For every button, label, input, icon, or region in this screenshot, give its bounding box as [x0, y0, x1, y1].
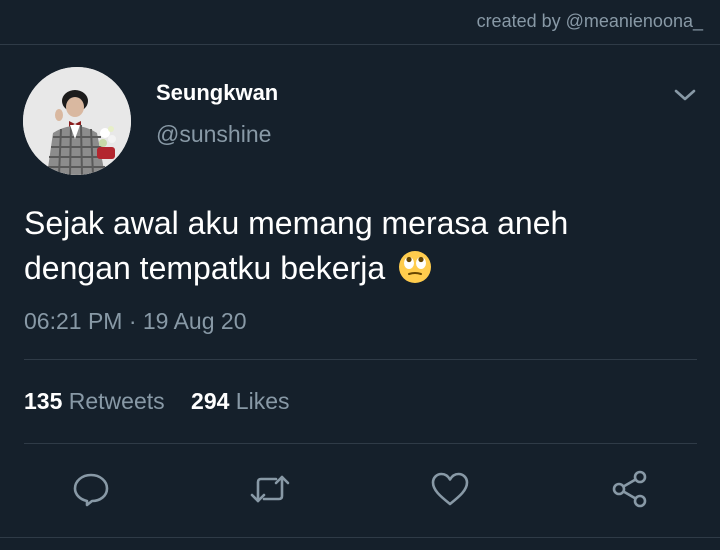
retweet-icon[interactable] — [249, 468, 291, 510]
tweet-text: Sejak awal aku memang merasa aneh dengan… — [24, 201, 704, 291]
chevron-down-icon[interactable] — [672, 85, 698, 105]
likes-stat[interactable]: 294 Likes — [191, 388, 289, 415]
credit-text: created by @meanienoona_ — [476, 11, 703, 31]
like-icon[interactable] — [429, 468, 471, 510]
retweets-count: 135 — [24, 388, 63, 414]
user-name[interactable]: Seungkwan — [156, 80, 278, 106]
divider — [24, 443, 697, 444]
tweet-timestamp[interactable]: 06:21 PM · 19 Aug 20 — [24, 308, 247, 335]
divider — [0, 537, 720, 538]
avatar[interactable] — [23, 67, 131, 175]
retweets-label: Retweets — [68, 388, 165, 414]
tweet-text-line-2: dengan tempatku bekerja — [24, 250, 386, 286]
divider — [24, 359, 697, 360]
retweets-stat[interactable]: 135 Retweets — [24, 388, 165, 415]
likes-count: 294 — [191, 388, 230, 414]
tweet-stats: 135 Retweets 294 Likes — [24, 388, 290, 415]
rolling-eyes-emoji-icon — [398, 250, 432, 284]
user-handle[interactable]: @sunshine — [156, 121, 271, 148]
reply-icon[interactable] — [70, 468, 112, 510]
likes-label: Likes — [235, 388, 290, 414]
credit-bar: created by @meanienoona_ — [0, 0, 720, 45]
share-icon[interactable] — [609, 468, 651, 510]
tweet-text-line-1: Sejak awal aku memang merasa aneh — [24, 205, 569, 241]
